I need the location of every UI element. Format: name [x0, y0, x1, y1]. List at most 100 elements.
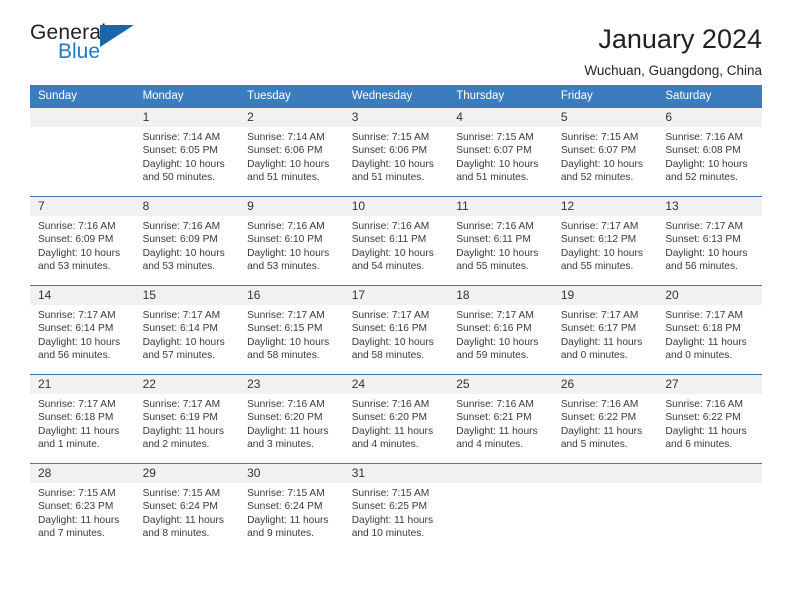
- sunset-time: Sunset: 6:06 PM: [247, 145, 323, 157]
- calendar-day-cell[interactable]: 23 Sunrise: 7:16 AM Sunset: 6:20 PM Dayligh…: [239, 374, 344, 464]
- day-number: 10: [343, 197, 449, 216]
- day-details: Sunrise: 7:15 AM Sunset: 6:07 PM Daylight:…: [553, 127, 658, 185]
- daylight-duration-line1: Daylight: 10 hours: [665, 158, 748, 170]
- sunrise-time: Sunrise: 7:16 AM: [665, 399, 743, 410]
- sunrise-time: Sunrise: 7:16 AM: [456, 221, 534, 232]
- day-number: [657, 464, 762, 483]
- daylight-duration-line2: and 4 minutes.: [456, 439, 524, 451]
- sunrise-time: Sunrise: 7:16 AM: [456, 399, 534, 410]
- calendar-day-cell[interactable]: 19 Sunrise: 7:17 AM Sunset: 6:17 PM Dayligh…: [552, 285, 658, 375]
- calendar-day-cell[interactable]: 31 Sunrise: 7:15 AM Sunset: 6:25 PM Dayligh…: [343, 463, 449, 553]
- day-details: Sunrise: 7:16 AM Sunset: 6:20 PM Daylight:…: [344, 394, 449, 452]
- daylight-duration-line2: and 53 minutes.: [247, 261, 320, 273]
- daylight-duration-line2: and 7 minutes.: [38, 528, 105, 540]
- day-number: 12: [552, 197, 658, 216]
- calendar-day-cell[interactable]: 4 Sunrise: 7:15 AM Sunset: 6:07 PM Daylight…: [448, 107, 553, 197]
- calendar-day-cell[interactable]: 20 Sunrise: 7:17 AM Sunset: 6:18 PM Dayligh…: [657, 285, 762, 375]
- calendar-table: Sunday Monday Tuesday Wednesday Thursday…: [30, 85, 762, 553]
- sunset-time: Sunset: 6:08 PM: [665, 145, 741, 157]
- day-details: Sunrise: 7:17 AM Sunset: 6:17 PM Daylight:…: [553, 305, 658, 363]
- day-number: 27: [657, 375, 762, 394]
- day-details: Sunrise: 7:16 AM Sunset: 6:11 PM Daylight:…: [344, 216, 449, 274]
- day-number: 26: [552, 375, 658, 394]
- day-details: Sunrise: 7:16 AM Sunset: 6:11 PM Daylight:…: [448, 216, 553, 274]
- sunset-time: Sunset: 6:20 PM: [351, 412, 428, 424]
- calendar-day-cell[interactable]: 27 Sunrise: 7:16 AM Sunset: 6:22 PM Dayligh…: [657, 374, 762, 464]
- day-number: 7: [30, 197, 135, 216]
- daylight-duration-line2: and 56 minutes.: [665, 261, 738, 273]
- daylight-duration-line2: and 2 minutes.: [142, 439, 210, 451]
- daylight-duration-line1: Daylight: 11 hours: [142, 425, 224, 437]
- calendar-day-cell[interactable]: 1 Sunrise: 7:14 AM Sunset: 6:05 PM Daylight…: [134, 107, 240, 197]
- day-number: 5: [552, 108, 658, 127]
- sunset-time: Sunset: 6:23 PM: [38, 501, 114, 513]
- calendar-day-cell[interactable]: 8 Sunrise: 7:16 AM Sunset: 6:09 PM Daylight…: [134, 196, 240, 286]
- daylight-duration-line2: and 55 minutes.: [560, 261, 634, 273]
- calendar-day-cell[interactable]: 2 Sunrise: 7:14 AM Sunset: 6:06 PM Daylight…: [239, 107, 344, 197]
- day-details: Sunrise: 7:17 AM Sunset: 6:18 PM Daylight:…: [30, 394, 135, 452]
- day-details: Sunrise: 7:17 AM Sunset: 6:12 PM Daylight:…: [553, 216, 658, 274]
- calendar-day-cell[interactable]: 17 Sunrise: 7:17 AM Sunset: 6:16 PM Dayligh…: [343, 285, 449, 375]
- calendar-day-cell[interactable]: 11 Sunrise: 7:16 AM Sunset: 6:11 PM Dayligh…: [448, 196, 553, 286]
- calendar-day-cell[interactable]: 12 Sunrise: 7:17 AM Sunset: 6:12 PM Dayligh…: [552, 196, 658, 286]
- daylight-duration-line1: Daylight: 11 hours: [247, 514, 329, 526]
- sunset-time: Sunset: 6:14 PM: [142, 323, 218, 335]
- daylight-duration-line1: Daylight: 11 hours: [560, 336, 643, 348]
- sunset-time: Sunset: 6:16 PM: [351, 323, 428, 335]
- calendar-day-cell[interactable]: 26 Sunrise: 7:16 AM Sunset: 6:22 PM Dayligh…: [552, 374, 658, 464]
- daylight-duration-line2: and 8 minutes.: [142, 528, 210, 540]
- calendar-day-cell[interactable]: 3 Sunrise: 7:15 AM Sunset: 6:06 PM Daylight…: [343, 107, 449, 197]
- sunrise-time: Sunrise: 7:15 AM: [560, 132, 639, 143]
- calendar-day-cell[interactable]: 9 Sunrise: 7:16 AM Sunset: 6:10 PM Daylight…: [239, 196, 344, 286]
- day-number: 9: [239, 197, 344, 216]
- calendar-day-cell[interactable]: 28 Sunrise: 7:15 AM Sunset: 6:23 PM Dayligh…: [30, 463, 135, 553]
- calendar-day-cell[interactable]: 14 Sunrise: 7:17 AM Sunset: 6:14 PM Dayligh…: [30, 285, 135, 375]
- daylight-duration-line1: Daylight: 10 hours: [560, 158, 643, 170]
- general-blue-logo[interactable]: General Blue: [30, 22, 150, 70]
- calendar-day-cell[interactable]: 22 Sunrise: 7:17 AM Sunset: 6:19 PM Dayligh…: [134, 374, 240, 464]
- daylight-duration-line1: Daylight: 11 hours: [142, 514, 224, 526]
- calendar-day-cell[interactable]: 24 Sunrise: 7:16 AM Sunset: 6:20 PM Dayligh…: [343, 374, 449, 464]
- day-details: Sunrise: 7:17 AM Sunset: 6:13 PM Daylight:…: [657, 216, 762, 274]
- daylight-duration-line2: and 54 minutes.: [351, 261, 425, 273]
- day-details: Sunrise: 7:16 AM Sunset: 6:20 PM Daylight:…: [239, 394, 344, 452]
- day-number: 1: [134, 108, 240, 127]
- daylight-duration-line1: Daylight: 11 hours: [351, 514, 434, 526]
- daylight-duration-line1: Daylight: 11 hours: [247, 425, 329, 437]
- calendar-day-cell[interactable]: 18 Sunrise: 7:17 AM Sunset: 6:16 PM Dayligh…: [448, 285, 553, 375]
- day-number: 2: [239, 108, 344, 127]
- day-number: 13: [657, 197, 762, 216]
- day-details: Sunrise: 7:15 AM Sunset: 6:06 PM Daylight:…: [344, 127, 449, 185]
- sunrise-time: Sunrise: 7:17 AM: [665, 310, 743, 321]
- day-details: Sunrise: 7:15 AM Sunset: 6:07 PM Daylight:…: [448, 127, 553, 185]
- day-details: Sunrise: 7:16 AM Sunset: 6:10 PM Daylight:…: [239, 216, 344, 274]
- calendar-day-cell[interactable]: 30 Sunrise: 7:15 AM Sunset: 6:24 PM Dayligh…: [239, 463, 344, 553]
- sunrise-time: Sunrise: 7:16 AM: [351, 399, 430, 410]
- calendar-day-cell[interactable]: 16 Sunrise: 7:17 AM Sunset: 6:15 PM Dayligh…: [239, 285, 344, 375]
- sunrise-time: Sunrise: 7:15 AM: [38, 488, 116, 499]
- day-number: [30, 108, 135, 127]
- calendar-day-cell[interactable]: 13 Sunrise: 7:17 AM Sunset: 6:13 PM Dayligh…: [657, 196, 762, 286]
- calendar-day-cell[interactable]: 29 Sunrise: 7:15 AM Sunset: 6:24 PM Dayligh…: [134, 463, 240, 553]
- calendar-day-cell[interactable]: 15 Sunrise: 7:17 AM Sunset: 6:14 PM Dayligh…: [134, 285, 240, 375]
- sunset-time: Sunset: 6:22 PM: [560, 412, 637, 424]
- calendar-day-cell[interactable]: 6 Sunrise: 7:16 AM Sunset: 6:08 PM Daylight…: [657, 107, 762, 197]
- sunset-time: Sunset: 6:05 PM: [142, 145, 218, 157]
- sunset-time: Sunset: 6:25 PM: [351, 501, 428, 513]
- sunset-time: Sunset: 6:22 PM: [665, 412, 741, 424]
- sunrise-time: Sunrise: 7:16 AM: [560, 399, 639, 410]
- day-number: 24: [343, 375, 449, 394]
- calendar-week-row: 28 Sunrise: 7:15 AM Sunset: 6:23 PM Dayligh…: [30, 463, 762, 553]
- daylight-duration-line1: Daylight: 10 hours: [456, 158, 539, 170]
- calendar-day-cell[interactable]: 21 Sunrise: 7:17 AM Sunset: 6:18 PM Dayligh…: [30, 374, 135, 464]
- calendar-day-cell[interactable]: 7 Sunrise: 7:16 AM Sunset: 6:09 PM Daylight…: [30, 196, 135, 286]
- day-details: Sunrise: 7:17 AM Sunset: 6:14 PM Daylight:…: [135, 305, 240, 363]
- calendar-day-cell[interactable]: 10 Sunrise: 7:16 AM Sunset: 6:11 PM Dayligh…: [343, 196, 449, 286]
- calendar-day-cell[interactable]: 5 Sunrise: 7:15 AM Sunset: 6:07 PM Daylight…: [552, 107, 658, 197]
- day-number: 22: [134, 375, 240, 394]
- daylight-duration-line1: Daylight: 11 hours: [456, 425, 538, 437]
- day-number: 29: [134, 464, 240, 483]
- calendar-day-cell[interactable]: 25 Sunrise: 7:16 AM Sunset: 6:21 PM Dayligh…: [448, 374, 553, 464]
- daylight-duration-line1: Daylight: 10 hours: [560, 247, 643, 259]
- sunset-time: Sunset: 6:07 PM: [456, 145, 532, 157]
